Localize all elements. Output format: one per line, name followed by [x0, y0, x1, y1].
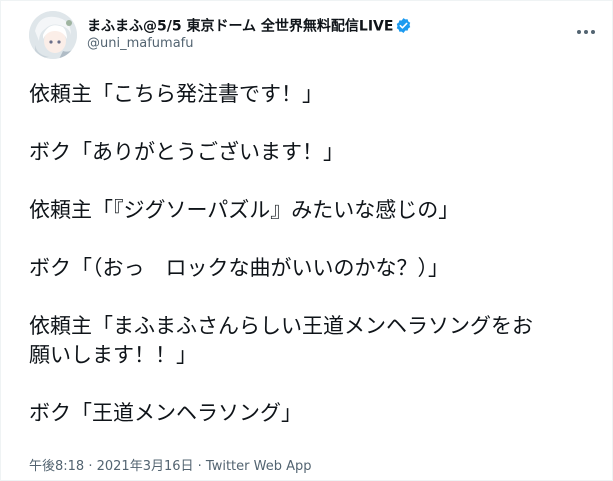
- avatar[interactable]: [29, 11, 77, 59]
- tweet-line: 依頼主「まふまふさんらしい王道メンヘラソングをお: [29, 314, 533, 338]
- tweet-line: 願いします！！」: [29, 343, 197, 367]
- more-options-icon[interactable]: [577, 19, 599, 34]
- line-break: [29, 370, 599, 399]
- user-names: まふまふ@5/5 東京ドーム 全世界無料配信LIVE @uni_mafumafu: [87, 15, 412, 51]
- tweet-line: ボク「（おっ ロックな曲がいいのかな？）」: [29, 256, 449, 280]
- tweet-line: ボク「ありがとうございます！」: [29, 140, 344, 164]
- tweet-header: まふまふ@5/5 東京ドーム 全世界無料配信LIVE @uni_mafumafu: [29, 9, 609, 59]
- more-dot: [577, 30, 581, 34]
- meta-separator: ·: [84, 459, 97, 474]
- tweet-meta: 午後8:18 · 2021年3月16日 · Twitter Web App: [29, 455, 312, 474]
- meta-separator: ·: [193, 459, 206, 474]
- user-handle[interactable]: @uni_mafumafu: [87, 36, 412, 51]
- tweet-line: 依頼主「『ジグソーパズル』みたいな感じの」: [29, 198, 460, 222]
- tweet-line: ボク「王道メンヘラソング」: [29, 401, 302, 425]
- line-break: [29, 283, 599, 312]
- tweet-date-link[interactable]: 2021年3月16日: [97, 459, 194, 474]
- tweet-line: 依頼主「こちら発注書です！」: [29, 82, 323, 106]
- display-name[interactable]: まふまふ@5/5 東京ドーム 全世界無料配信LIVE: [87, 19, 393, 35]
- tweet-text: 依頼主「こちら発注書です！」 ボク「ありがとうございます！」 依頼主「『ジグソー…: [29, 80, 599, 428]
- tweet-card: まふまふ@5/5 東京ドーム 全世界無料配信LIVE @uni_mafumafu…: [0, 0, 613, 481]
- line-break: [29, 167, 599, 196]
- avatar-image: [29, 11, 77, 59]
- line-break: [29, 109, 599, 138]
- tweet-time-link[interactable]: 午後8:18: [29, 459, 84, 474]
- verified-badge-icon: [395, 17, 412, 34]
- more-dot: [591, 30, 595, 34]
- display-name-row: まふまふ@5/5 東京ドーム 全世界無料配信LIVE: [87, 15, 412, 35]
- line-break: [29, 225, 599, 254]
- tweet-source-link[interactable]: Twitter Web App: [206, 459, 312, 474]
- more-dot: [584, 30, 588, 34]
